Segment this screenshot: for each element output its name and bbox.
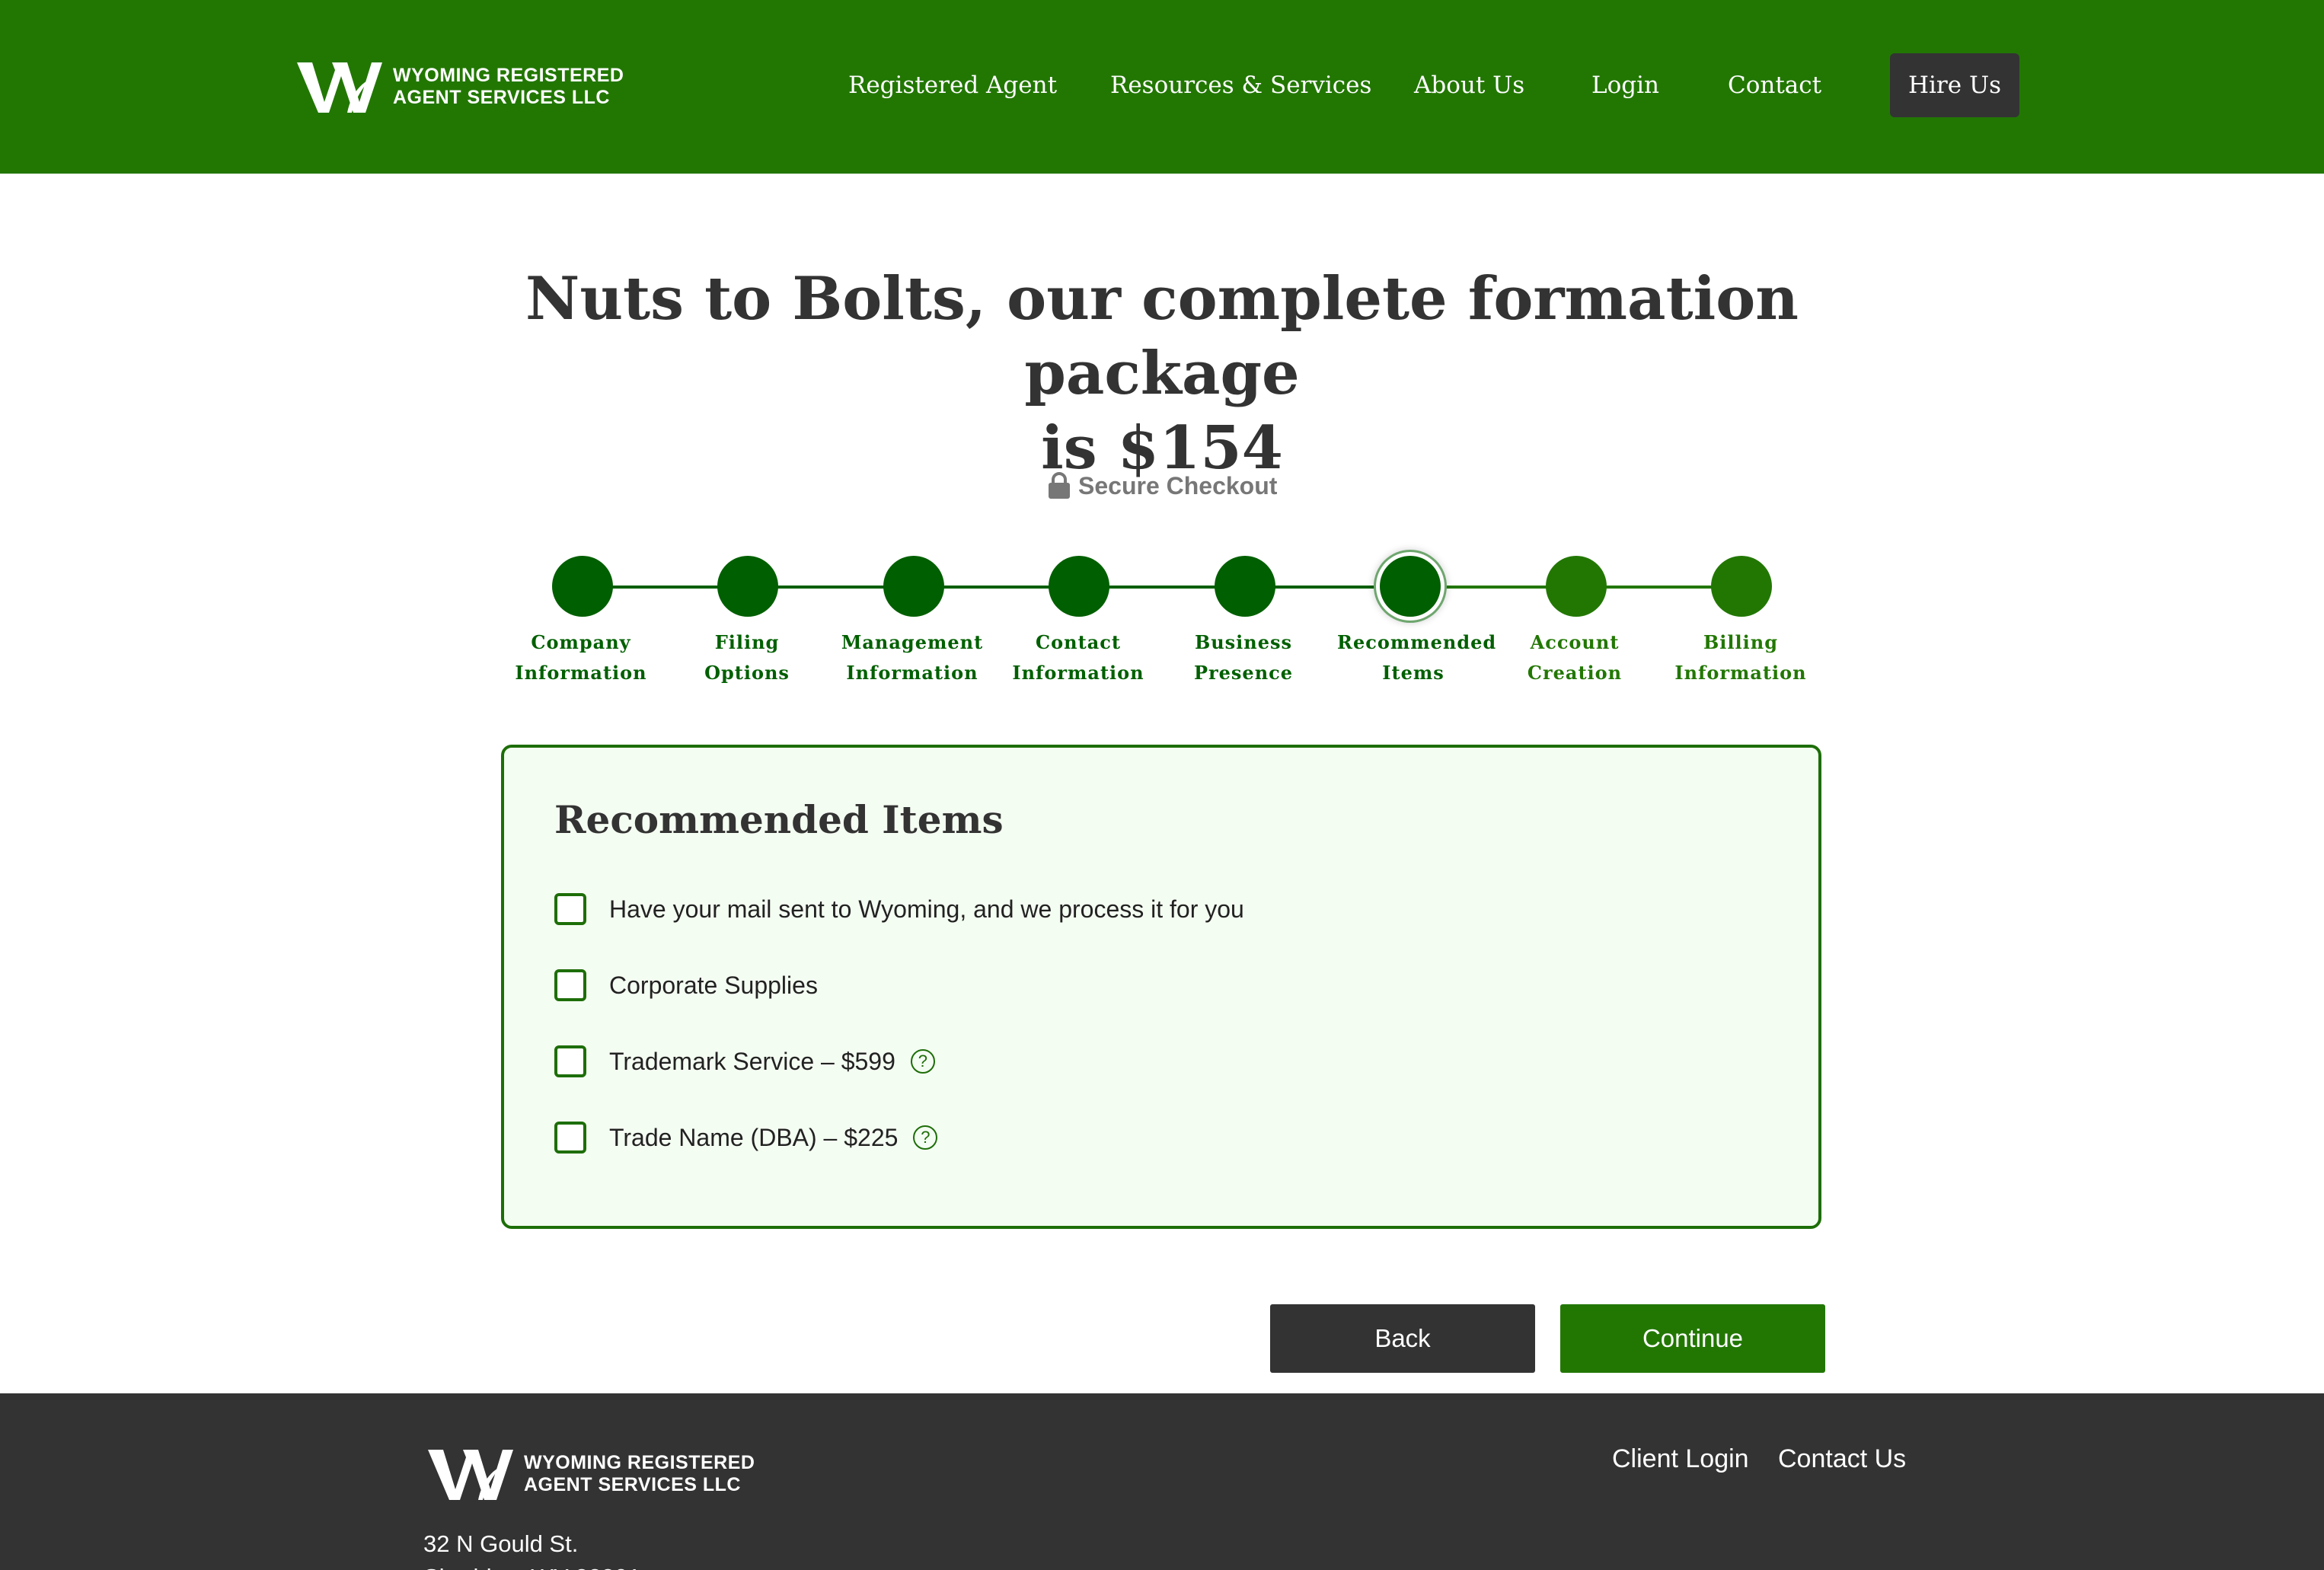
step-label-line-2: Information [515, 662, 647, 684]
option-mail-forwarding[interactable]: Have your mail sent to Wyoming, and we p… [554, 890, 1244, 928]
option-label: Have your mail sent to Wyoming, and we p… [609, 895, 1244, 923]
footer-contact-us-link[interactable]: Contact Us [1778, 1442, 1906, 1476]
step-dot-management-information[interactable] [883, 556, 944, 617]
card-title: Recommended Items [554, 797, 1004, 842]
footer-logo[interactable]: WYOMING REGISTERED AGENT SERVICES LLC [426, 1447, 755, 1501]
address-line-2: Sheridan, WY 82801 [423, 1561, 641, 1570]
recommended-items-card: Recommended Items Have your mail sent to… [501, 745, 1821, 1229]
step-dot-filing-options[interactable] [717, 556, 778, 617]
w-logo-icon [428, 1450, 513, 1500]
step-label-line-2: Options [704, 662, 790, 684]
step-label-management-information: Management Information [836, 627, 988, 688]
step-dot-business-presence[interactable] [1215, 556, 1275, 617]
step-label-line-2: Presence [1193, 662, 1294, 684]
corporate-supplies-checkbox[interactable] [554, 969, 586, 1001]
step-label-line-1: Business [1194, 631, 1293, 653]
address-line-1: 32 N Gould St. [423, 1530, 579, 1557]
step-dot-account-creation [1546, 556, 1607, 617]
step-label-recommended-items: Recommended Items [1337, 627, 1497, 688]
trademark-service-checkbox[interactable] [554, 1045, 586, 1077]
step-label-line-1: Billing [1703, 631, 1778, 653]
step-dot-recommended-items [1380, 556, 1441, 617]
option-label: Trademark Service – $599 [609, 1047, 895, 1075]
option-label: Corporate Supplies [609, 971, 818, 999]
mail-forwarding-checkbox[interactable] [554, 893, 586, 925]
step-label-line-1: Contact [1036, 631, 1121, 653]
option-trade-name-dba[interactable]: Trade Name (DBA) – $225 ? [554, 1118, 938, 1157]
step-label-line-2: Creation [1527, 662, 1623, 684]
step-dot-company-information[interactable] [552, 556, 613, 617]
step-label-line-2: Information [846, 662, 978, 684]
logo-line-2: AGENT SERVICES LLC [524, 1474, 741, 1495]
option-corporate-supplies[interactable]: Corporate Supplies [554, 966, 818, 1004]
step-label-account-creation: Account Creation [1499, 627, 1651, 688]
step-label-contact-information: Contact Information [1002, 627, 1154, 688]
logo-text: WYOMING REGISTERED AGENT SERVICES LLC [524, 1452, 755, 1496]
step-label-line-2: Information [1012, 662, 1144, 684]
step-label-line-1: Management [841, 631, 984, 653]
step-label-line-2: Items [1382, 662, 1445, 684]
step-label-line-2: Information [1674, 662, 1807, 684]
trade-name-dba-checkbox[interactable] [554, 1122, 586, 1154]
step-label-filing-options: Filing Options [671, 627, 823, 688]
step-label-line-1: Account [1530, 631, 1620, 653]
help-icon[interactable]: ? [910, 1049, 935, 1074]
step-dot-contact-information[interactable] [1049, 556, 1109, 617]
stepper-track-complete [583, 586, 1408, 589]
footer-address: 32 N Gould St. Sheridan, WY 82801 [423, 1527, 641, 1570]
step-label-business-presence: Business Presence [1167, 627, 1320, 688]
step-dot-billing-information [1711, 556, 1772, 617]
site-footer: WYOMING REGISTERED AGENT SERVICES LLC Cl… [0, 1393, 2324, 1570]
step-label-company-information: Company Information [505, 627, 657, 688]
step-label-line-1: Company [531, 631, 631, 653]
step-label-line-1: Recommended [1337, 631, 1497, 653]
footer-client-login-link[interactable]: Client Login [1612, 1442, 1749, 1476]
help-icon[interactable]: ? [913, 1125, 938, 1150]
continue-button[interactable]: Continue [1560, 1304, 1825, 1373]
step-label-billing-information: Billing Information [1665, 627, 1817, 688]
option-label: Trade Name (DBA) – $225 [609, 1123, 899, 1151]
step-label-line-1: Filing [714, 631, 780, 653]
logo-line-1: WYOMING REGISTERED [524, 1452, 755, 1473]
option-trademark-service[interactable]: Trademark Service – $599 ? [554, 1042, 935, 1080]
checkout-stepper: Company Information Filing Options Manag… [0, 0, 2324, 700]
back-button[interactable]: Back [1270, 1304, 1535, 1373]
